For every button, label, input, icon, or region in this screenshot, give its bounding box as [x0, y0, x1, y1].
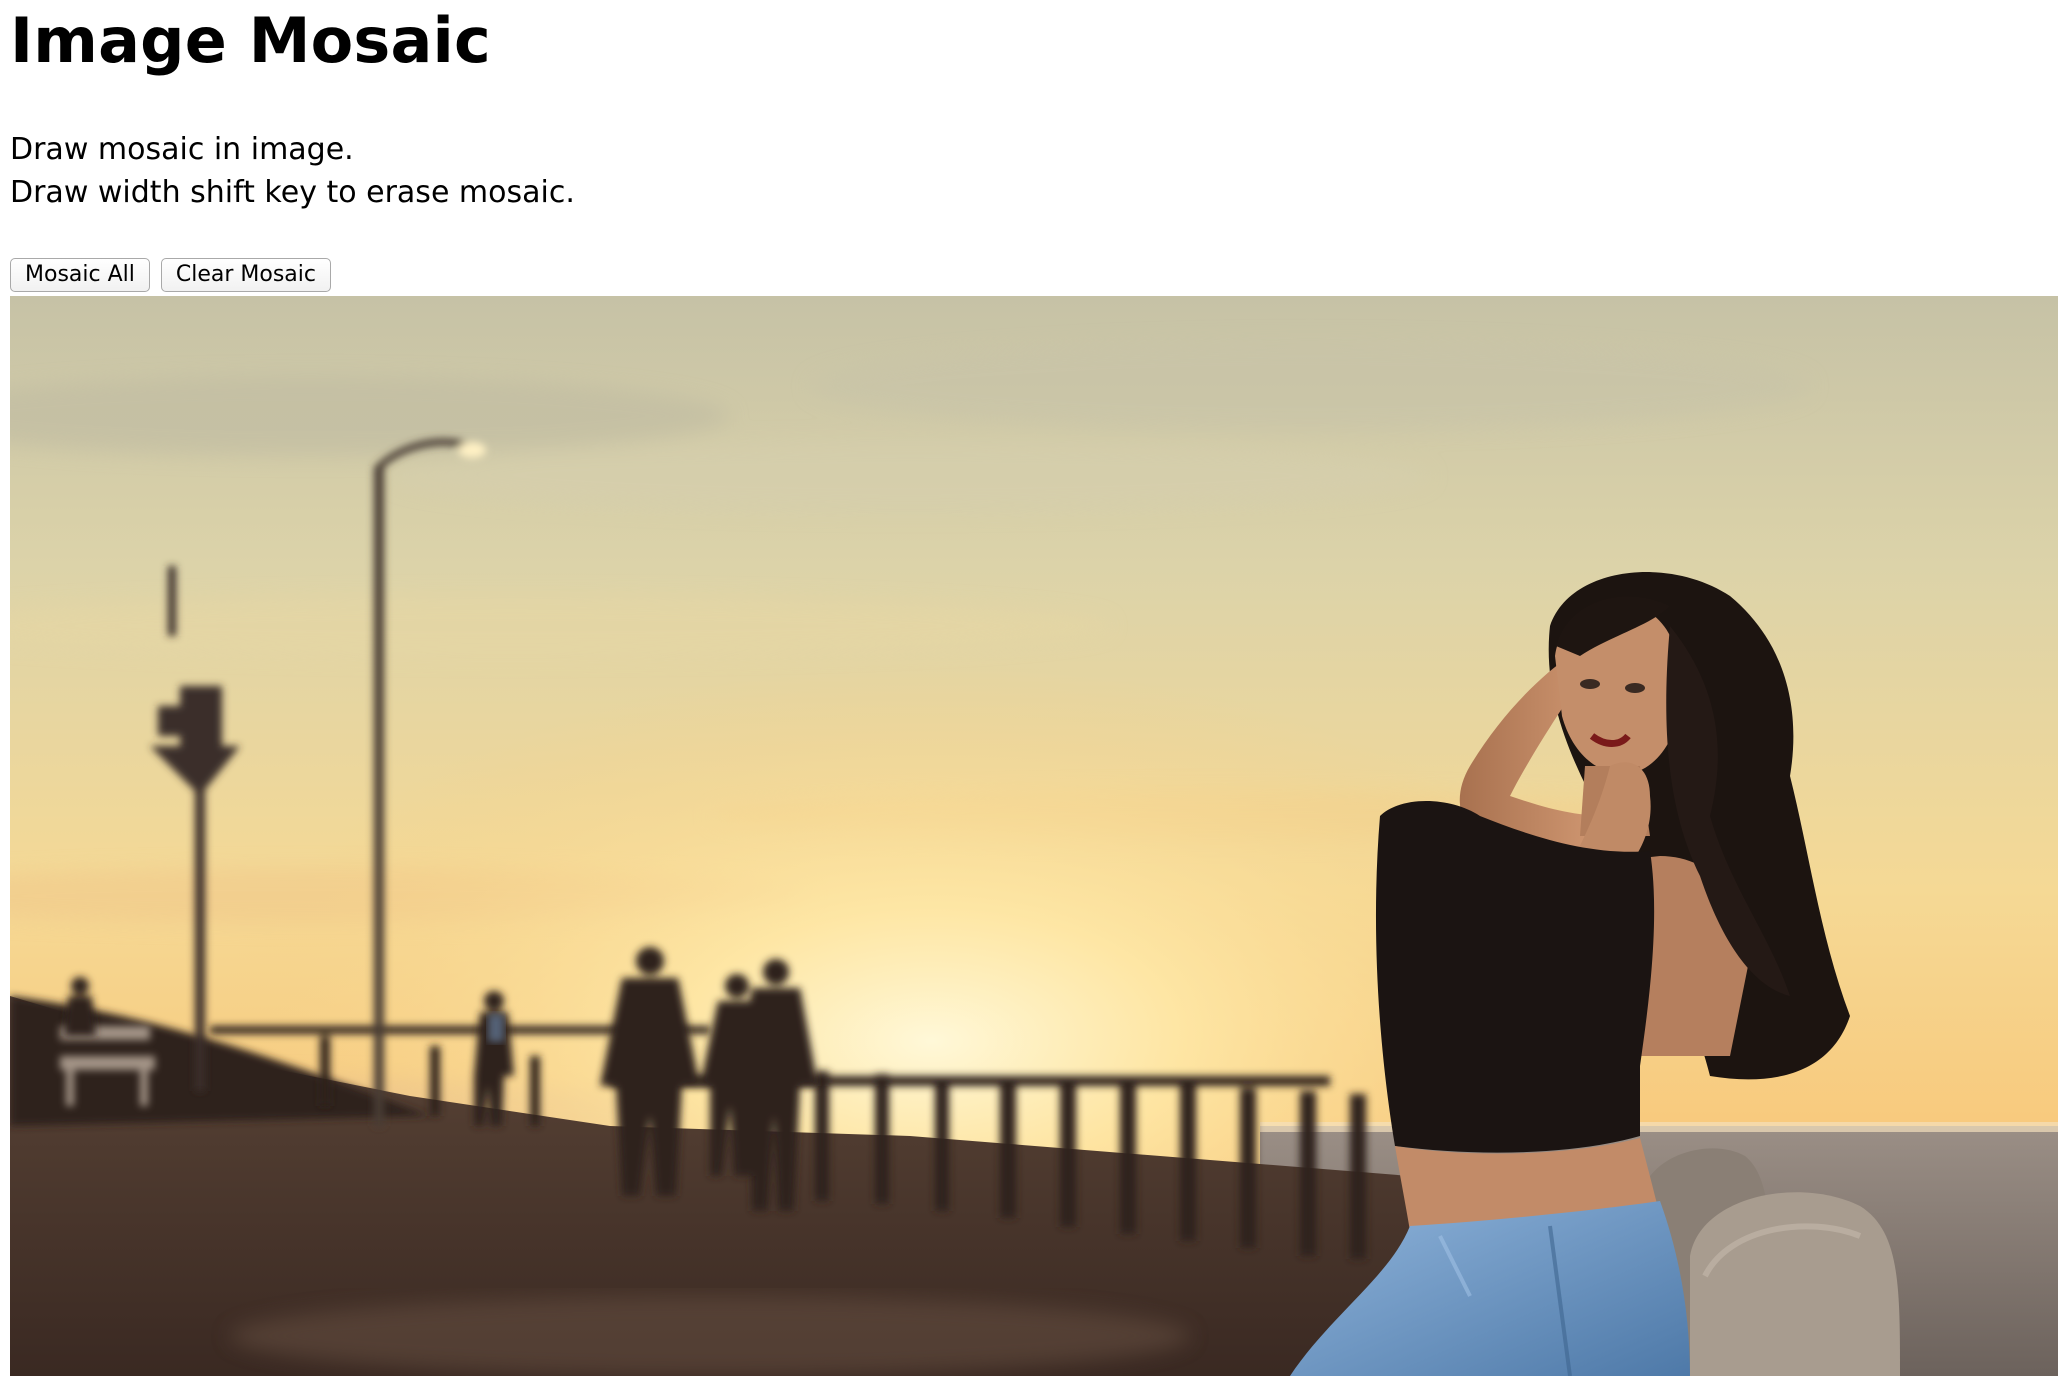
instruction-erase: Draw width shift key to erase mosaic. — [10, 175, 575, 210]
page-title: Image Mosaic — [10, 4, 491, 77]
instructions: Draw mosaic in image. Draw width shift k… — [10, 128, 575, 214]
instruction-draw: Draw mosaic in image. — [10, 132, 354, 167]
mosaic-all-button[interactable]: Mosaic All — [10, 258, 150, 292]
mosaic-canvas[interactable] — [10, 296, 2058, 1376]
clear-mosaic-button[interactable]: Clear Mosaic — [160, 258, 331, 292]
sunset-boardwalk-photo — [10, 296, 2058, 1376]
toolbar: Mosaic All Clear Mosaic — [10, 258, 331, 292]
